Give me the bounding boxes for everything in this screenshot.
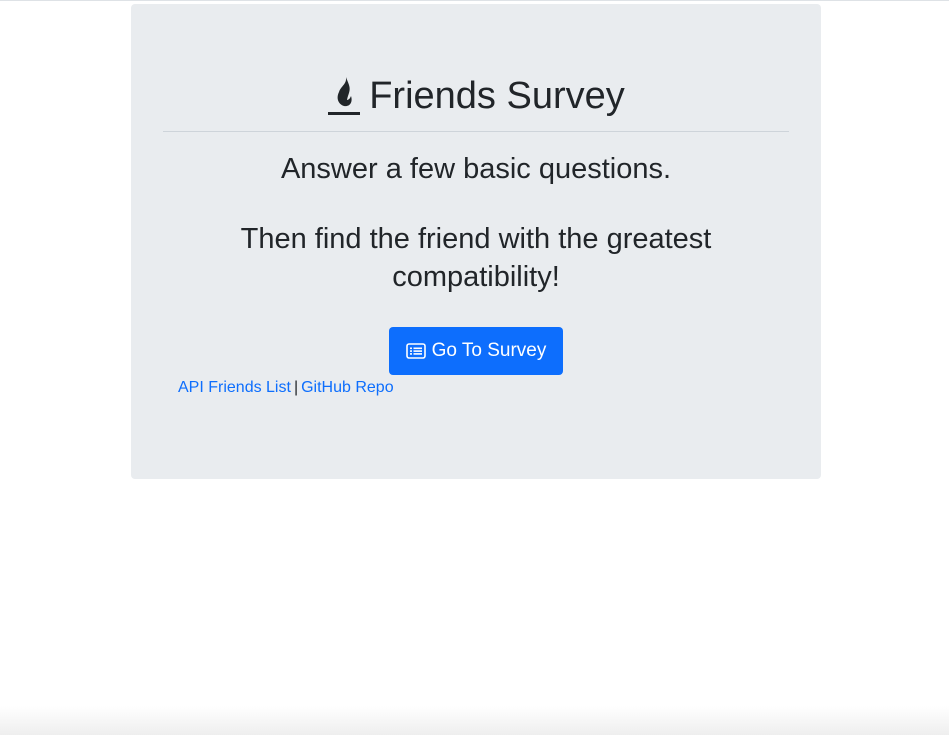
page-title-row: Friends Survey [131,70,821,122]
list-icon [405,343,426,359]
intro-line-2: Then find the friend with the greatest c… [240,223,712,293]
footer-links: API Friends List | GitHub Repo [178,378,394,398]
github-repo-link[interactable]: GitHub Repo [301,379,394,396]
window-bottom-shadow [0,706,949,735]
jumbotron-panel: Friends Survey Answer a few basic questi… [131,4,821,479]
go-to-survey-label: Go To Survey [431,340,547,361]
title-divider [163,131,789,132]
fire-icon [328,77,361,115]
link-separator: | [293,379,299,396]
page-title: Friends Survey [369,75,625,117]
page: Friends Survey Answer a few basic questi… [0,0,949,735]
intro-line-1: Answer a few basic questions. [280,153,672,185]
api-friends-list-link[interactable]: API Friends List [178,379,291,396]
go-to-survey-button[interactable]: Go To Survey [389,327,563,375]
